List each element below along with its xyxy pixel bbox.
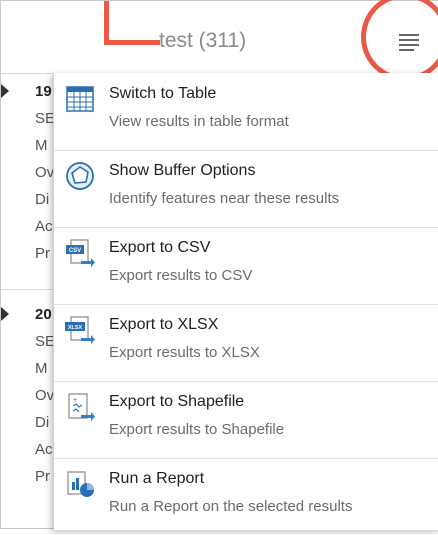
result-number: 20 — [35, 306, 52, 323]
menu-item-subtitle: Export results to CSV — [109, 267, 253, 284]
svg-text:XLSX: XLSX — [68, 325, 83, 331]
menu-item-subtitle: View results in table format — [109, 113, 289, 130]
xlsx-export-icon: XLSX — [65, 316, 95, 344]
shapefile-export-icon: + — [68, 393, 95, 421]
result-number: 19 — [35, 83, 52, 100]
menu-item-export-shapefile[interactable]: + Export to Shapefile Export results to … — [54, 381, 438, 459]
result-field: Ac — [35, 441, 53, 458]
annotation-line — [104, 40, 160, 45]
menu-item-export-xlsx[interactable]: XLSX Export to XLSX Export results to XL… — [54, 304, 438, 382]
options-menu: Switch to Table View results in table fo… — [53, 73, 438, 530]
buffer-icon — [66, 162, 94, 190]
menu-item-title: Run a Report — [109, 470, 205, 487]
expand-arrow-icon[interactable] — [1, 307, 9, 321]
menu-item-title: Export to XLSX — [109, 316, 219, 333]
result-field: Di — [35, 191, 50, 208]
menu-item-switch-to-table[interactable]: Switch to Table View results in table fo… — [54, 73, 438, 151]
results-title: test (311) — [159, 29, 247, 52]
menu-item-subtitle: Export results to Shapefile — [109, 421, 285, 438]
result-field: Ac — [35, 218, 53, 235]
result-field: Ov — [35, 164, 55, 181]
divider — [1, 289, 61, 290]
menu-item-title: Export to CSV — [109, 239, 211, 256]
annotation-line — [104, 1, 109, 45]
csv-export-icon: CSV — [66, 239, 95, 267]
menu-item-subtitle: Run a Report on the selected results — [109, 498, 353, 515]
menu-item-title: Export to Shapefile — [109, 393, 245, 410]
svg-text:+: + — [73, 397, 77, 404]
result-field: Pr — [35, 468, 50, 485]
results-list: 19 SE M Ov Di Ac Pr 20 SE M Ov Di Ac Pr — [1, 73, 61, 530]
menu-item-title: Show Buffer Options — [109, 162, 256, 179]
menu-item-show-buffer-options[interactable]: Show Buffer Options Identify features ne… — [54, 150, 438, 228]
table-icon — [66, 86, 94, 112]
result-field: M — [35, 360, 48, 377]
menu-item-subtitle: Identify features near these results — [109, 190, 340, 207]
results-panel: test (311) 19 SE M Ov Di Ac Pr 20 SE M O… — [0, 0, 438, 530]
result-field: Pr — [35, 245, 50, 262]
svg-text:CSV: CSV — [69, 248, 81, 254]
result-field: M — [35, 137, 48, 154]
expand-arrow-icon[interactable] — [1, 84, 9, 98]
result-field: Di — [35, 414, 50, 431]
menu-item-subtitle: Export results to XLSX — [109, 344, 260, 361]
result-field: SE — [35, 110, 56, 127]
result-field: SE — [35, 333, 56, 350]
result-field: Ov — [35, 387, 55, 404]
menu-item-title: Switch to Table — [109, 85, 217, 102]
menu-item-run-report[interactable]: Run a Report Run a Report on the selecte… — [54, 458, 438, 535]
report-icon — [67, 471, 94, 497]
menu-item-export-csv[interactable]: CSV Export to CSV Export results to CSV — [54, 227, 438, 305]
